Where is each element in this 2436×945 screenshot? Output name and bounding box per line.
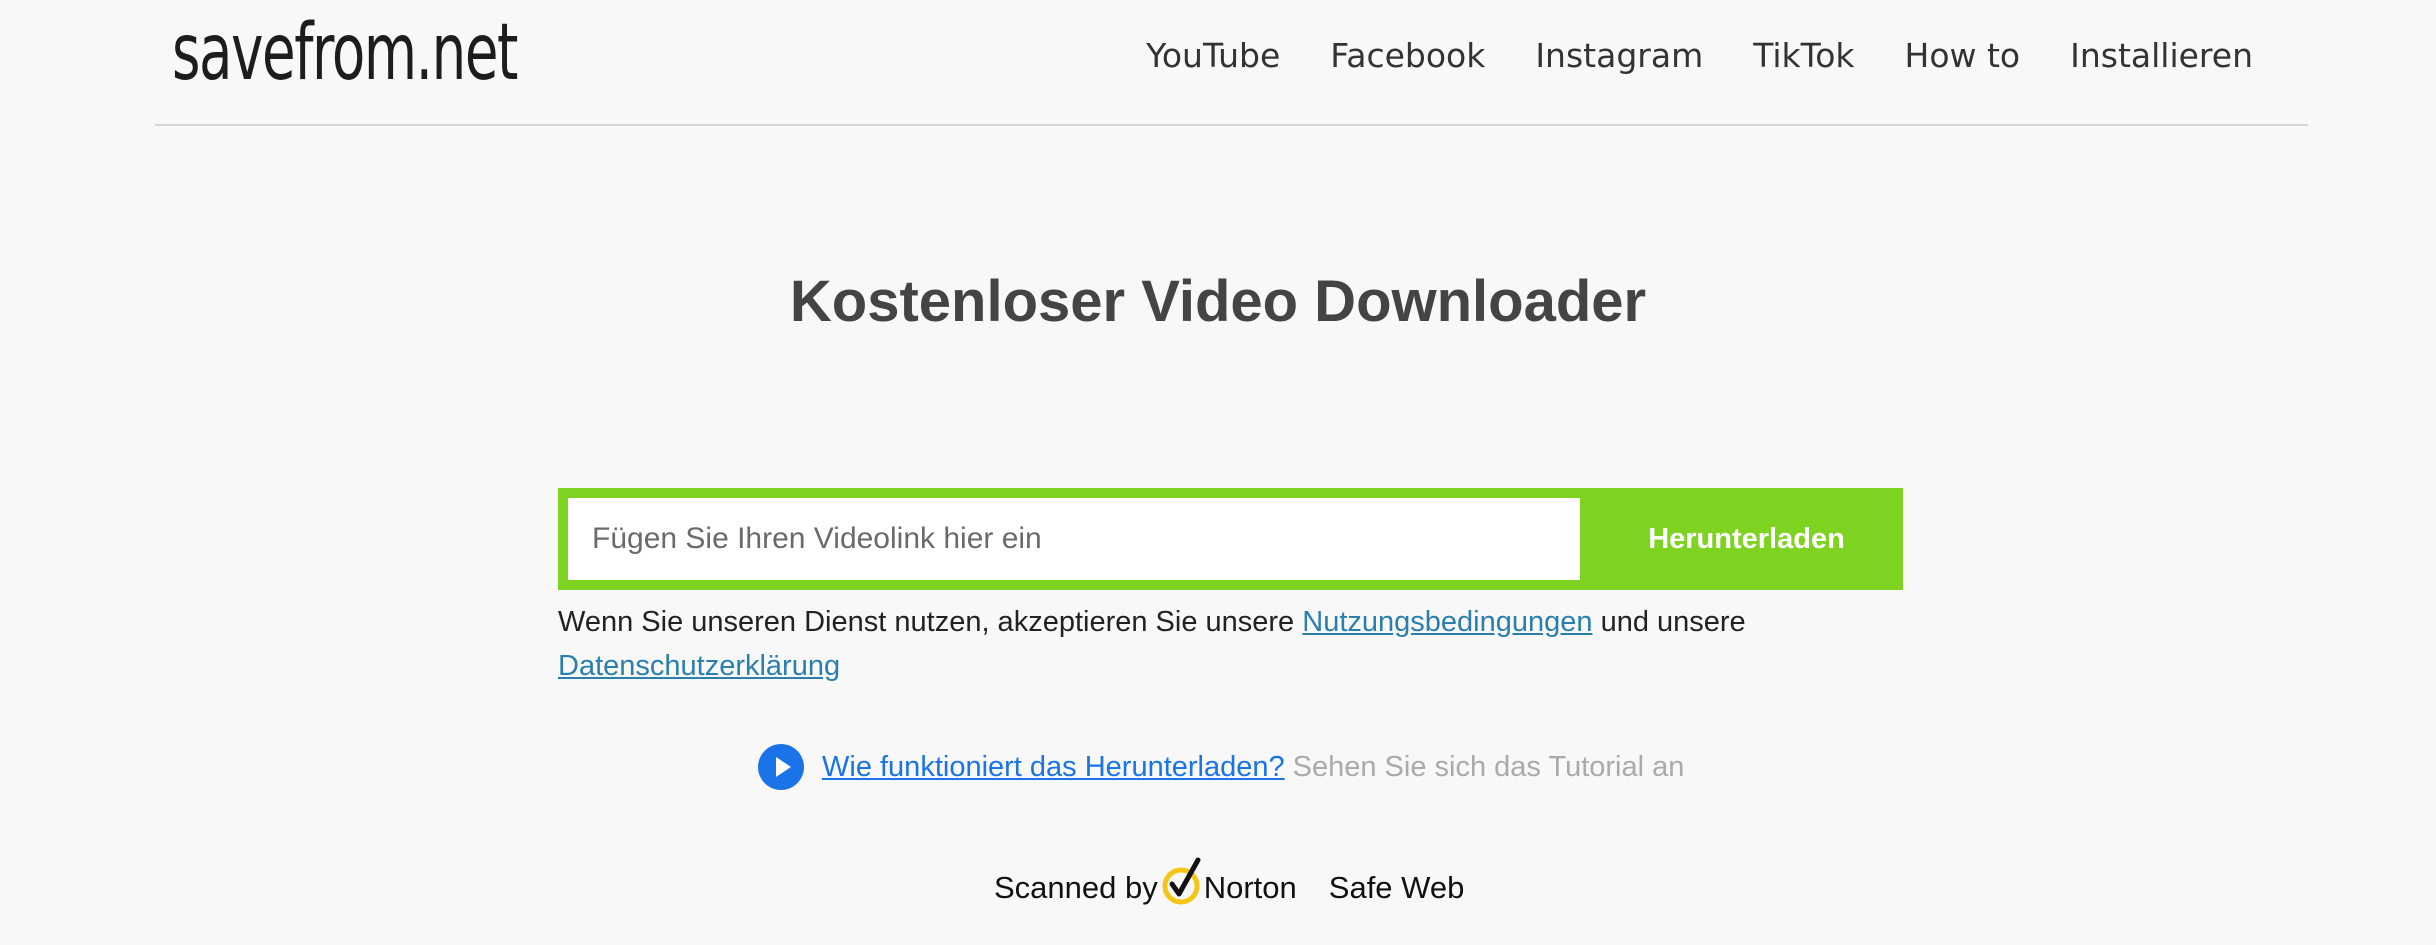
terms-text-middle: und unsere	[1600, 606, 1746, 638]
tutorial-link[interactable]: Wie funktioniert das Herunterladen?	[822, 751, 1285, 784]
main-nav: YouTube Facebook Instagram TikTok How to…	[1096, 36, 2253, 75]
download-form: Herunterladen	[558, 488, 1903, 590]
nav-tiktok[interactable]: TikTok	[1753, 36, 1854, 75]
site-logo[interactable]: savefrom.net	[172, 8, 518, 98]
download-button[interactable]: Herunterladen	[1590, 488, 1903, 590]
nav-facebook[interactable]: Facebook	[1330, 36, 1485, 75]
tutorial-row: Wie funktioniert das Herunterladen? Sehe…	[758, 742, 1684, 792]
nav-youtube[interactable]: YouTube	[1146, 36, 1280, 75]
page-title: Kostenloser Video Downloader	[789, 269, 1647, 334]
privacy-link[interactable]: Datenschutzerklärung	[558, 650, 840, 682]
norton-brand: Norton	[1203, 870, 1297, 905]
norton-badge: Scanned by Norton Safe Web	[994, 846, 1464, 906]
norton-prefix: Scanned by	[994, 870, 1158, 905]
norton-check-icon	[1162, 857, 1201, 905]
video-url-input[interactable]	[568, 498, 1580, 580]
nav-instagram[interactable]: Instagram	[1535, 36, 1703, 75]
nav-how-to[interactable]: How to	[1905, 36, 2021, 75]
norton-suffix: Safe Web	[1328, 870, 1465, 905]
terms-notice: Wenn Sie unseren Dienst nutzen, akzeptie…	[558, 600, 1903, 688]
play-icon[interactable]	[758, 744, 804, 790]
tutorial-hint: Sehen Sie sich das Tutorial an	[1292, 750, 1685, 783]
site-header: savefrom.net YouTube Facebook Instagram …	[155, 0, 2308, 126]
terms-link[interactable]: Nutzungsbedingungen	[1302, 606, 1592, 638]
terms-text-before: Wenn Sie unseren Dienst nutzen, akzeptie…	[558, 606, 1295, 638]
nav-installieren[interactable]: Installieren	[2070, 36, 2253, 75]
